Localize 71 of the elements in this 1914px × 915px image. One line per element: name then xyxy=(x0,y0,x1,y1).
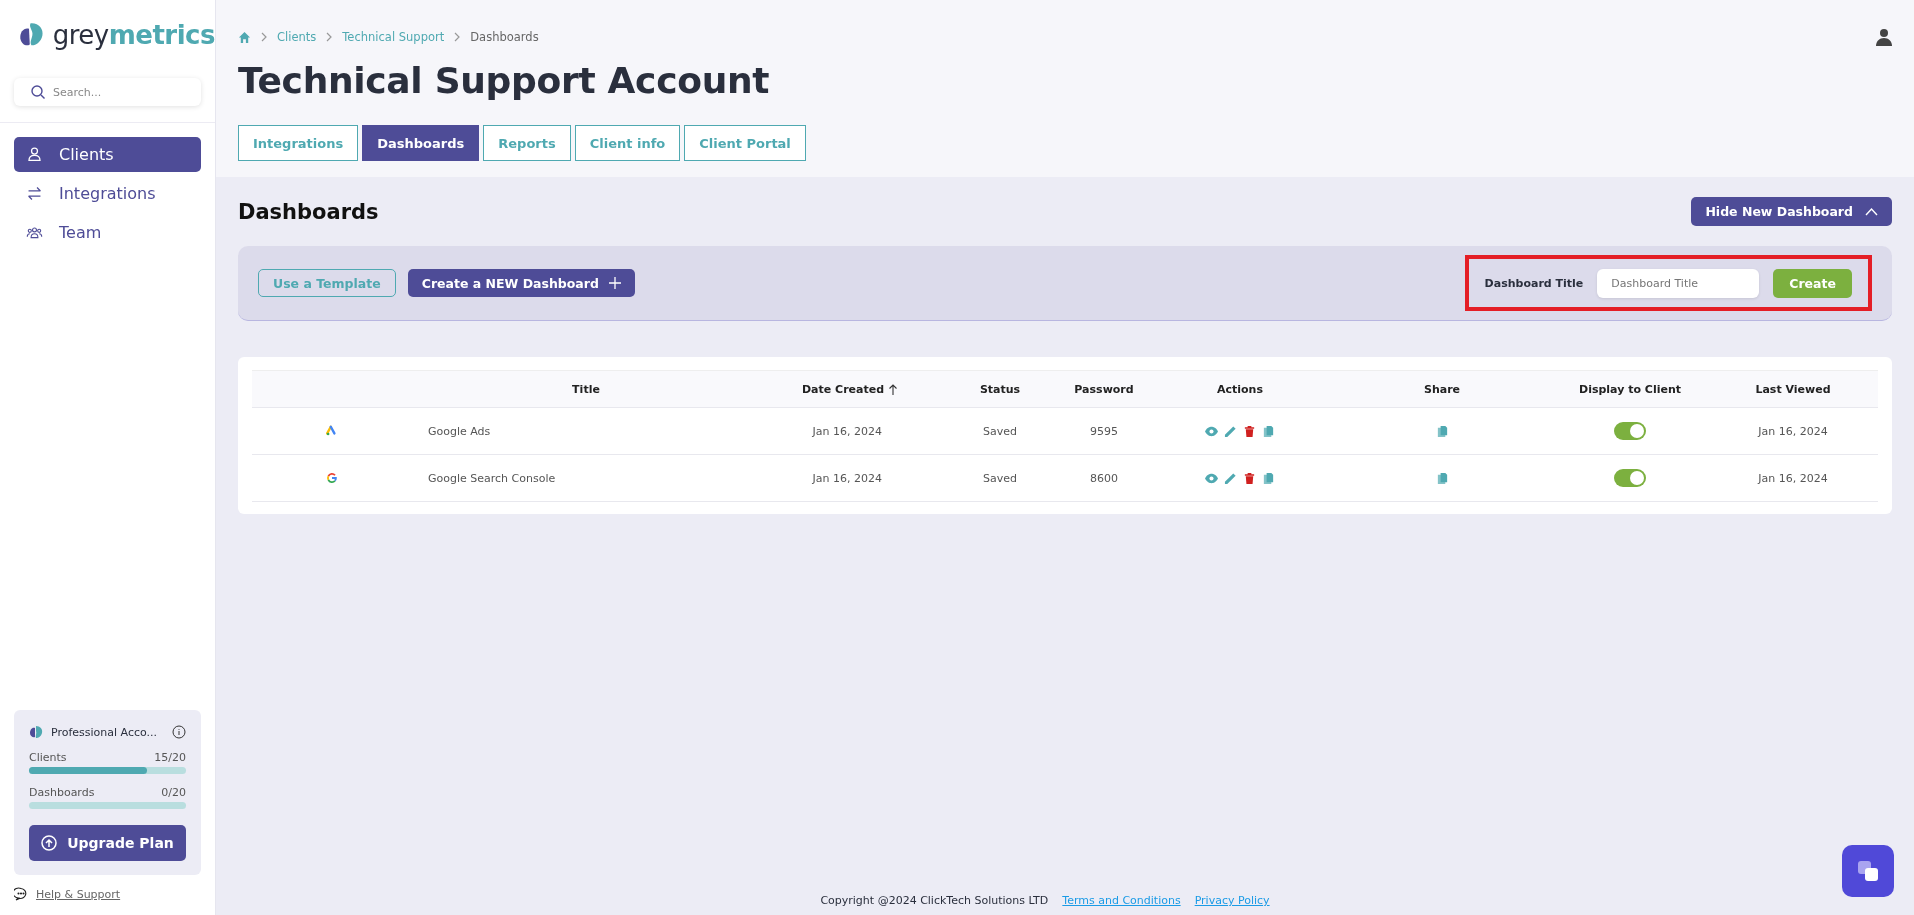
breadcrumb-current: Dashboards xyxy=(470,30,539,44)
pencil-icon[interactable] xyxy=(1224,471,1237,485)
section-title: Dashboards xyxy=(238,199,379,224)
upgrade-button[interactable]: Upgrade Plan xyxy=(29,825,186,861)
meter-reading: 15/20 xyxy=(154,751,186,764)
column-header[interactable]: Title xyxy=(412,382,760,396)
copy-icon[interactable] xyxy=(1262,424,1275,438)
chat-squares-icon xyxy=(1856,859,1880,883)
page-title: Technical Support Account xyxy=(238,60,771,101)
nav-item[interactable]: Clients xyxy=(14,137,201,172)
trash-icon[interactable] xyxy=(1243,471,1256,485)
user-icon[interactable] xyxy=(1876,28,1892,46)
table-cell-text: 9595 xyxy=(1089,424,1119,438)
swap-arrows-icon xyxy=(26,185,43,202)
home-icon[interactable] xyxy=(238,30,251,44)
table-cell-text: Google Ads xyxy=(427,424,492,438)
chevron-icon xyxy=(454,32,461,42)
column-header[interactable]: Password xyxy=(1060,382,1148,396)
plan-name: Professional Acco... xyxy=(51,725,159,739)
table-cell-text: 8600 xyxy=(1089,471,1119,485)
meter-label: Dashboards xyxy=(29,786,95,799)
info-icon[interactable] xyxy=(172,725,186,739)
nav-item[interactable]: Team xyxy=(14,215,201,250)
ads-logo-icon xyxy=(326,425,338,437)
tab[interactable]: Dashboards xyxy=(362,125,480,161)
table-cell-text: Jan 16, 2024 xyxy=(1756,424,1829,438)
column-header[interactable]: Share xyxy=(1332,382,1552,396)
caret-up-icon xyxy=(1865,207,1878,216)
copy-icon[interactable] xyxy=(1435,424,1449,438)
table-cell-text: Jan 16, 2024 xyxy=(811,424,883,438)
copyright-text: Copyright @2024 ClickTech Solutions LTD xyxy=(820,894,1049,907)
chat-button[interactable] xyxy=(1842,845,1894,897)
nav-item[interactable]: Integrations xyxy=(14,176,201,211)
table-cell-text: Jan 16, 2024 xyxy=(1756,471,1829,485)
column-header[interactable]: Actions xyxy=(1148,382,1332,396)
meter-reading: 0/20 xyxy=(161,786,186,799)
column-header[interactable]: Status xyxy=(940,382,1060,396)
arrow-up-icon xyxy=(41,835,58,851)
eye-icon[interactable] xyxy=(1205,471,1218,485)
logo-icon xyxy=(29,725,43,739)
help-link[interactable]: Help & Support xyxy=(36,887,121,901)
table-cell-text: Google Search Console xyxy=(427,471,557,485)
field-label: Dashboard Title xyxy=(1484,276,1584,290)
column-header[interactable]: Display to Client xyxy=(1552,382,1708,396)
search-icon xyxy=(30,84,46,100)
display-toggle[interactable] xyxy=(1614,422,1646,440)
logo-text: greymetrics xyxy=(52,20,215,50)
sort-arrow-icon xyxy=(888,383,899,395)
search-field[interactable]: Search... xyxy=(14,78,201,106)
copy-icon[interactable] xyxy=(1435,471,1449,485)
user-icon xyxy=(26,146,43,163)
chevron-icon xyxy=(261,32,267,42)
table-cell-text: Saved xyxy=(982,424,1018,438)
g-logo-icon xyxy=(326,472,338,484)
table-cell-text: Jan 16, 2024 xyxy=(811,471,883,485)
column-header[interactable]: Date Created xyxy=(760,382,940,396)
create-dashboard-button[interactable]: Create a NEW Dashboard xyxy=(407,269,635,297)
meter-label: Clients xyxy=(29,751,67,764)
chevron-icon xyxy=(326,32,333,42)
copy-icon[interactable] xyxy=(1262,471,1275,485)
pencil-icon[interactable] xyxy=(1224,424,1237,438)
dashboard-title-field[interactable]: Dashboard Title xyxy=(1597,268,1760,298)
plus-icon xyxy=(608,277,621,289)
display-toggle[interactable] xyxy=(1614,469,1646,487)
hide-new-dashboard-button[interactable]: Hide New Dashboard xyxy=(1691,197,1892,226)
column-header[interactable]: Last Viewed xyxy=(1708,382,1878,396)
trash-icon[interactable] xyxy=(1243,424,1256,438)
chat-bubble-icon xyxy=(14,887,28,901)
table-cell-text: Saved xyxy=(982,471,1018,485)
eye-icon[interactable] xyxy=(1205,424,1218,438)
team-icon xyxy=(26,224,43,241)
